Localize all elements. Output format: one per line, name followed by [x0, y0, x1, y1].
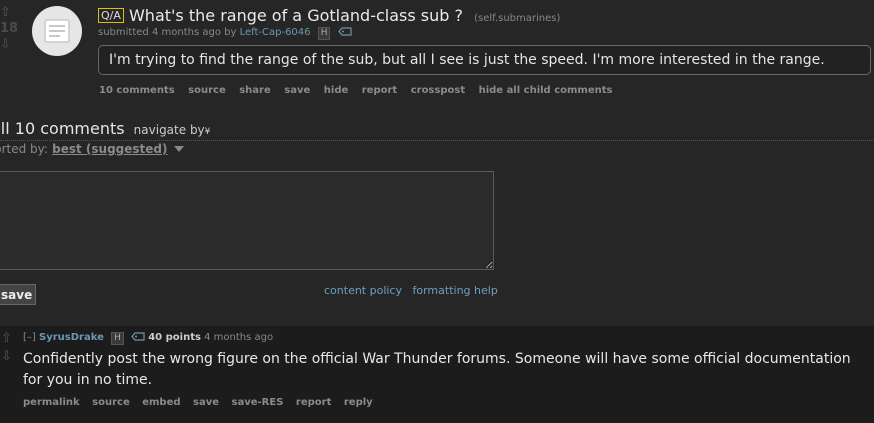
post-score: 18	[0, 21, 19, 36]
comment-tagline: [–] SyrusDrake H 40 points 4 months ago	[23, 332, 273, 345]
comment-author[interactable]: SyrusDrake	[39, 332, 104, 343]
source-link[interactable]: source	[188, 85, 226, 96]
sort-row: sorted by: best (suggested)	[0, 142, 184, 156]
comment-buttons: permalink source embed save save-RES rep…	[23, 397, 382, 408]
permalink-link[interactable]: permalink	[23, 397, 80, 408]
comment-points: 40 points	[148, 332, 201, 343]
navigate-by[interactable]: navigate by¥	[134, 123, 211, 137]
hide-link[interactable]: hide	[324, 85, 349, 96]
by-label: by	[224, 27, 237, 38]
hide-child-comments-link[interactable]: hide all child comments	[479, 85, 613, 96]
comment-source-link[interactable]: source	[92, 397, 130, 408]
post-domain[interactable]: (self.submarines)	[474, 13, 560, 24]
flair-badge[interactable]: Q/A	[98, 8, 124, 23]
post-downvote-icon[interactable]: ⇩	[0, 38, 11, 51]
tag-icon[interactable]	[131, 332, 148, 344]
comments-heading: all 10 comments	[0, 119, 125, 138]
comment-textarea[interactable]	[0, 171, 494, 270]
dropdown-arrow-icon[interactable]	[173, 142, 184, 156]
comments-link[interactable]: 10 comments	[99, 85, 175, 96]
comments-header: all 10 comments navigate by¥	[0, 119, 210, 138]
sorted-by-label: sorted by:	[0, 142, 48, 156]
comment-upvote-icon[interactable]: ⇧	[1, 332, 12, 345]
post-upvote-icon[interactable]: ⇧	[0, 6, 11, 19]
comments-divider	[0, 140, 874, 141]
content-policy-link[interactable]: content policy	[324, 284, 402, 297]
save-res-link[interactable]: save-RES	[232, 397, 284, 408]
sort-dropdown[interactable]: best (suggested)	[52, 142, 167, 156]
tag-icon[interactable]	[337, 27, 352, 39]
share-link[interactable]: share	[239, 85, 271, 96]
post-buttons: 10 comments source share save hide repor…	[99, 85, 622, 96]
comment: ⇧ ⇩ [–] SyrusDrake H 40 points 4 months …	[0, 326, 874, 423]
report-link[interactable]: report	[362, 85, 397, 96]
post-selftext: I'm trying to find the range of the sub,…	[98, 45, 871, 75]
crosspost-link[interactable]: crosspost	[411, 85, 465, 96]
reply-link[interactable]: reply	[344, 397, 373, 408]
comment-save-link[interactable]: save	[193, 397, 219, 408]
post-time: 4 months ago	[151, 27, 221, 38]
post-tagline: submitted 4 months ago by Left-Cap-6046 …	[98, 27, 352, 40]
comment-body: Confidently post the wrong figure on the…	[23, 351, 851, 388]
comment-downvote-icon[interactable]: ⇩	[1, 350, 12, 363]
collapse-toggle[interactable]: [–]	[23, 332, 36, 343]
submitted-label: submitted	[98, 27, 149, 38]
formatting-help-link[interactable]: formatting help	[413, 284, 498, 297]
save-link[interactable]: save	[284, 85, 310, 96]
post-author[interactable]: Left-Cap-6046	[240, 27, 311, 38]
post-title-line: Q/A What's the range of a Gotland-class …	[98, 6, 560, 25]
self-post-thumbnail-icon[interactable]	[32, 6, 82, 56]
post-title[interactable]: What's the range of a Gotland-class sub …	[129, 6, 463, 25]
save-comment-button[interactable]: save	[0, 284, 36, 305]
help-links: content policy formatting help	[324, 284, 498, 297]
comment-author-badge: H	[111, 332, 124, 345]
author-badge: H	[317, 27, 331, 40]
comment-time: 4 months ago	[204, 332, 274, 343]
comment-report-link[interactable]: report	[296, 397, 331, 408]
embed-link[interactable]: embed	[142, 397, 180, 408]
